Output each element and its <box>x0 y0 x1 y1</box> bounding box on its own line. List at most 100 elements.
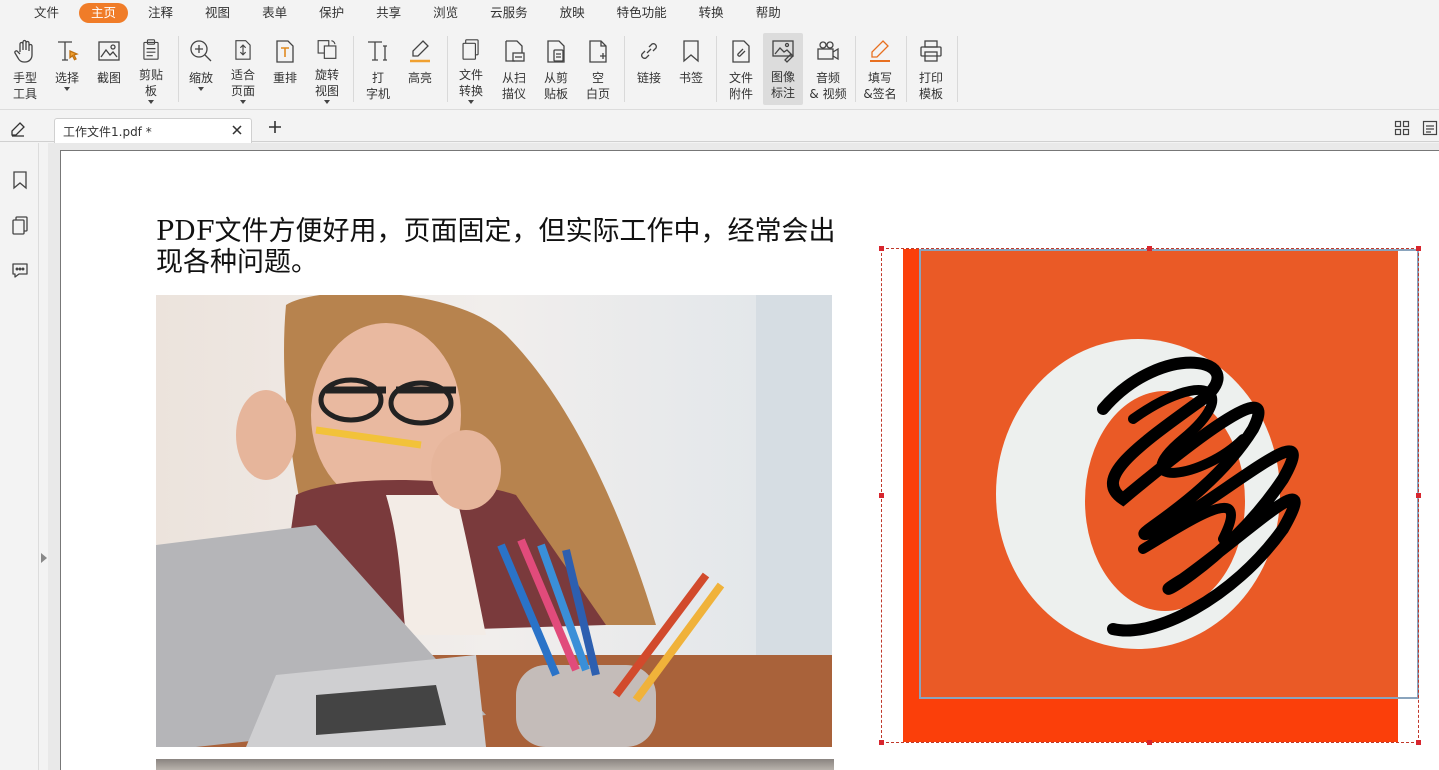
menu-present[interactable]: 放映 <box>548 3 597 23</box>
rotate-icon <box>317 40 337 59</box>
file-convert-button[interactable]: 文件 转换 <box>451 34 491 104</box>
toolbar-divider <box>855 36 856 102</box>
menu-comment[interactable]: 注释 <box>136 3 185 23</box>
grid-view-icon[interactable] <box>1394 120 1410 136</box>
resize-handle[interactable] <box>1416 493 1421 498</box>
ribbon-toolbar: 手型 工具 选择 截图 剪贴 板 缩放 适合 页面 重排 旋转 视图 打 字机 <box>0 26 1439 110</box>
from-scanner-label: 从扫 描仪 <box>501 71 526 101</box>
close-icon[interactable] <box>231 124 243 136</box>
edit-icon[interactable] <box>9 120 27 138</box>
audio-video-label: 音频 & 视频 <box>809 71 847 101</box>
hand-icon <box>14 39 33 63</box>
from-clipboard-button[interactable]: 从剪 贴板 <box>536 34 576 104</box>
blank-page-button[interactable]: 空 白页 <box>578 34 618 104</box>
toolbar-divider <box>353 36 354 102</box>
link-button[interactable]: 链接 <box>629 34 669 104</box>
menu-form[interactable]: 表单 <box>250 3 299 23</box>
fit-page-label: 适合 页面 <box>230 68 255 98</box>
file-attachment-button[interactable]: 文件 附件 <box>721 34 761 104</box>
from-scanner-button[interactable]: 从扫 描仪 <box>494 34 534 104</box>
photo-partial-bottom <box>156 759 834 770</box>
document-tab-bar: 工作文件1.pdf * <box>0 111 1439 143</box>
menu-features[interactable]: 特色功能 <box>605 3 679 23</box>
highlighter-icon <box>410 40 430 63</box>
hand-tool-label: 手型 工具 <box>12 71 37 101</box>
pages-panel-icon[interactable] <box>10 215 30 235</box>
toolbar-divider <box>178 36 179 102</box>
chevron-down-icon <box>240 100 246 104</box>
toolbar-divider <box>716 36 717 102</box>
highlight-button[interactable]: 高亮 <box>400 34 440 104</box>
from-clipboard-label: 从剪 贴板 <box>543 71 568 101</box>
screenshot-button[interactable]: 截图 <box>89 34 129 104</box>
image-annotation-button[interactable]: 图像 标注 <box>763 33 803 105</box>
menu-home[interactable]: 主页 <box>79 3 129 23</box>
rotate-view-button[interactable]: 旋转 视图 <box>307 34 347 104</box>
menu-protect[interactable]: 保护 <box>307 3 356 23</box>
hand-tool-button[interactable]: 手型 工具 <box>5 34 45 104</box>
toolbar-divider <box>447 36 448 102</box>
tab-title: 工作文件1.pdf * <box>63 125 152 139</box>
bookmark-label: 书签 <box>678 71 703 85</box>
fit-page-button[interactable]: 适合 页面 <box>223 34 263 104</box>
document-heading: PDF文件方便好用，页面固定，但实际工作中，经常会出现各种问题。 <box>156 216 836 278</box>
photo-woman-laptop <box>156 295 832 747</box>
highlight-label: 高亮 <box>407 71 432 85</box>
menu-browse[interactable]: 浏览 <box>421 3 470 23</box>
chevron-down-icon <box>148 100 154 104</box>
resize-handle[interactable] <box>1147 740 1152 745</box>
add-tab-icon[interactable] <box>268 120 282 134</box>
select-tool-button[interactable]: 选择 <box>47 34 87 104</box>
print-template-label: 打印 模板 <box>918 71 943 101</box>
zoom-in-icon <box>190 40 212 62</box>
zoom-button[interactable]: 缩放 <box>181 34 221 104</box>
resize-handle[interactable] <box>1147 246 1152 251</box>
chevron-down-icon <box>468 100 474 104</box>
screenshot-label: 截图 <box>96 71 121 85</box>
typewriter-icon <box>368 41 387 61</box>
scanner-icon <box>505 40 525 62</box>
chevron-down-icon <box>64 87 70 91</box>
clipboard-icon <box>143 39 159 60</box>
menu-cloud[interactable]: 云服务 <box>478 3 540 23</box>
file-convert-icon <box>462 39 479 60</box>
video-camera-icon <box>817 41 839 61</box>
menu-help[interactable]: 帮助 <box>744 3 793 23</box>
clipboard-button[interactable]: 剪贴 板 <box>131 34 171 104</box>
fit-page-icon <box>235 40 251 60</box>
rotate-view-label: 旋转 视图 <box>314 68 339 98</box>
bookmark-button[interactable]: 书签 <box>671 34 711 104</box>
menu-convert[interactable]: 转换 <box>687 3 736 23</box>
text-select-icon <box>58 41 79 61</box>
audio-video-button[interactable]: 音频 & 视频 <box>807 34 849 104</box>
zoom-label: 缩放 <box>188 71 213 85</box>
attachment-icon <box>732 40 750 63</box>
fill-sign-label: 填写 &签名 <box>863 71 897 101</box>
blank-page-icon <box>589 40 607 63</box>
tab-document[interactable]: 工作文件1.pdf * <box>54 118 252 143</box>
resize-handle[interactable] <box>879 493 884 498</box>
menu-file[interactable]: 文件 <box>22 3 71 23</box>
fill-sign-button[interactable]: 填写 &签名 <box>860 34 900 104</box>
bookmark-icon <box>683 40 699 63</box>
menu-share[interactable]: 共享 <box>364 3 413 23</box>
print-template-button[interactable]: 打印 模板 <box>911 34 951 104</box>
bookmark-panel-icon[interactable] <box>10 170 30 190</box>
resize-handle[interactable] <box>1416 740 1421 745</box>
resize-handle[interactable] <box>879 246 884 251</box>
screenshot-icon <box>98 41 120 61</box>
image-annotation-icon <box>772 40 794 63</box>
comments-panel-icon[interactable] <box>10 260 30 280</box>
reflow-button[interactable]: 重排 <box>265 34 305 104</box>
selection-frame[interactable] <box>881 248 1419 743</box>
typewriter-label: 打 字机 <box>365 71 390 101</box>
sidebar-expand-arrow[interactable] <box>41 553 47 563</box>
menu-view[interactable]: 视图 <box>193 3 242 23</box>
resize-handle[interactable] <box>879 740 884 745</box>
typewriter-button[interactable]: 打 字机 <box>358 34 398 104</box>
list-view-icon[interactable] <box>1422 120 1438 136</box>
resize-handle[interactable] <box>1416 246 1421 251</box>
blank-page-label: 空 白页 <box>585 71 610 101</box>
link-icon <box>641 43 657 59</box>
file-attachment-label: 文件 附件 <box>728 71 753 101</box>
